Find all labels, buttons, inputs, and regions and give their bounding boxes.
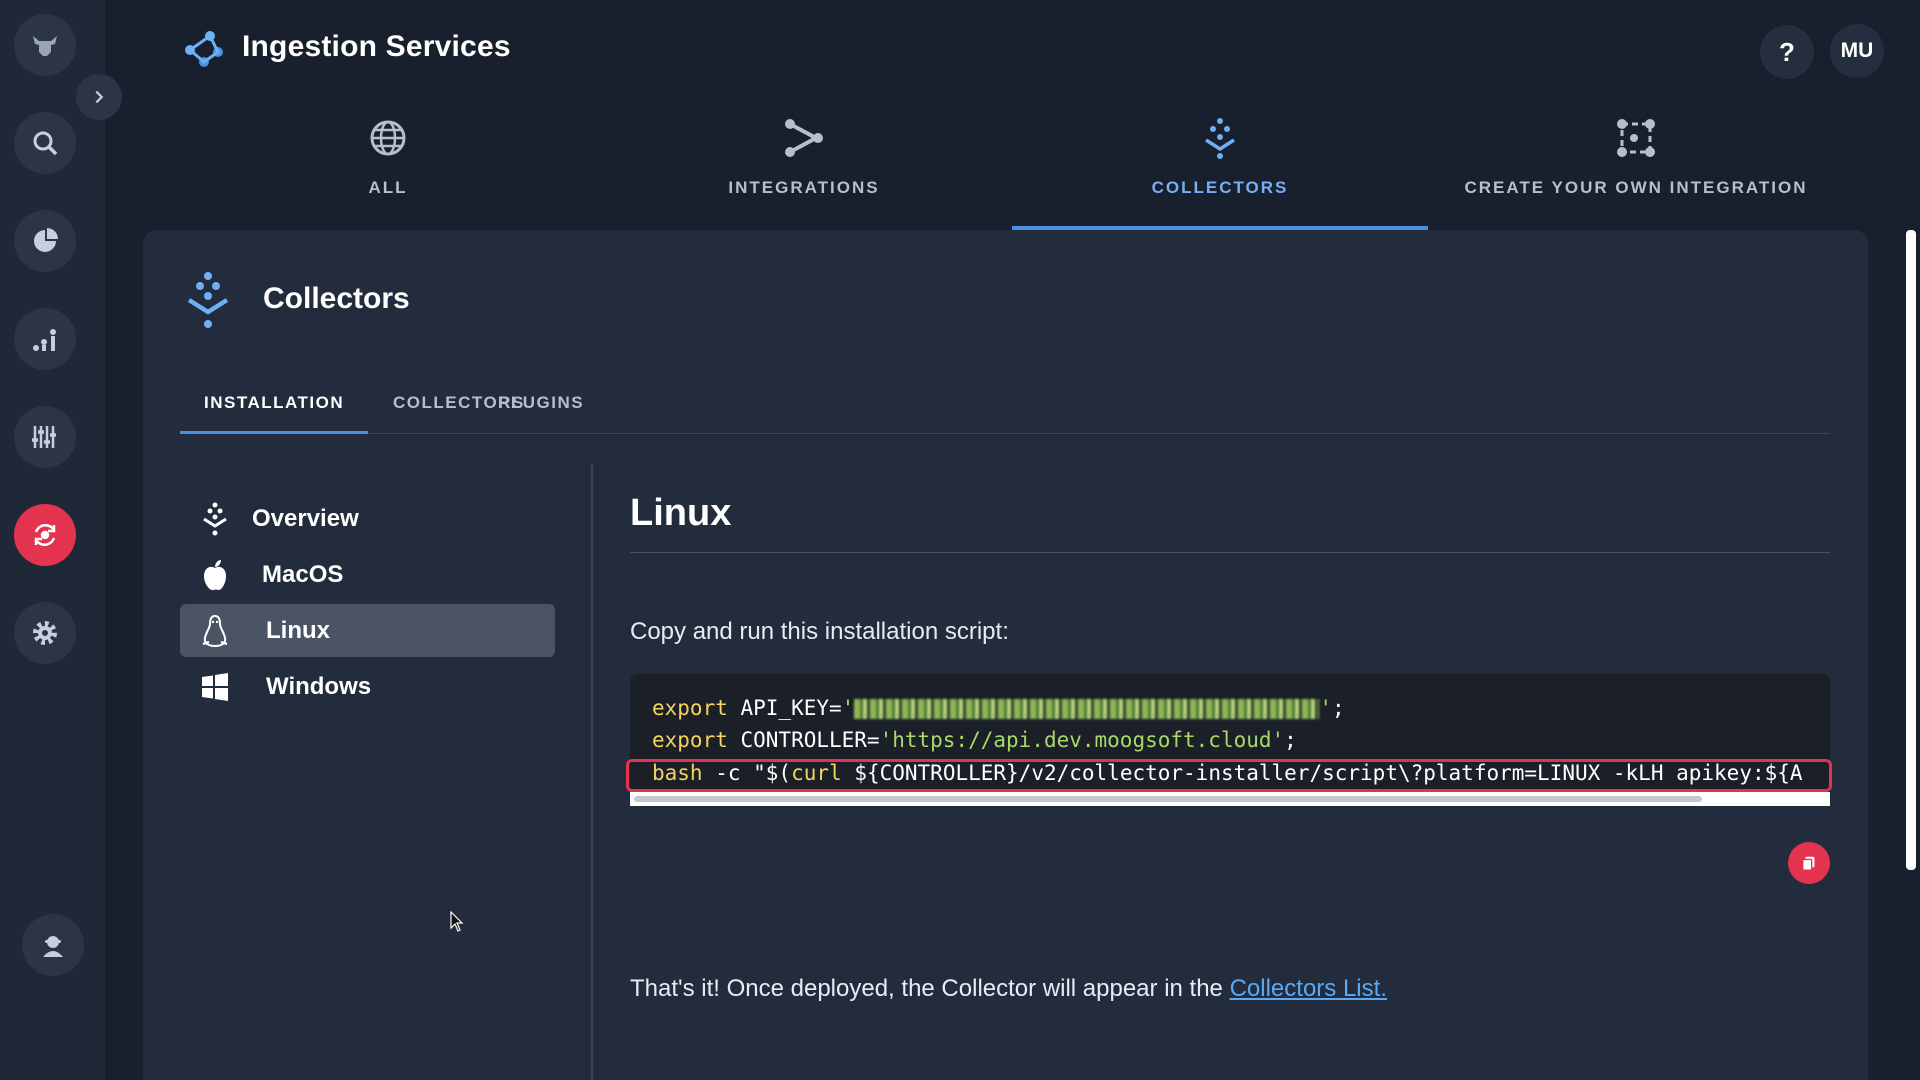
- collectors-icon: [1205, 118, 1235, 159]
- collectors-icon: [203, 502, 227, 535]
- sub-tab-bar: INSTALLATION COLLECTORS PLUGINS: [180, 388, 1830, 434]
- os-item-overview[interactable]: Overview: [180, 492, 555, 545]
- tab-all-label: ALL: [368, 178, 408, 197]
- os-list: Overview MacOS Linux Windows: [180, 492, 555, 716]
- tab-integrations-label: INTEGRATIONS: [728, 178, 880, 197]
- instruction-text: Copy and run this installation script:: [630, 618, 1009, 645]
- expand-rail-button[interactable]: [76, 74, 122, 120]
- title-divider: [630, 552, 1830, 553]
- help-button[interactable]: ?: [1760, 25, 1814, 79]
- os-item-macos[interactable]: MacOS: [180, 548, 555, 601]
- os-item-label: Overview: [252, 504, 359, 532]
- page-scrollbar[interactable]: [1906, 230, 1916, 870]
- tab-plugins[interactable]: PLUGINS: [498, 388, 584, 434]
- apple-icon: [204, 559, 226, 590]
- tab-create-integration[interactable]: CREATE YOUR OWN INTEGRATION: [1428, 100, 1844, 230]
- tab-collectors[interactable]: COLLECTORS: [1012, 100, 1428, 230]
- code-line-api-key: export API_KEY=' ';: [652, 696, 1345, 720]
- chevron-right-icon: [95, 90, 104, 104]
- agent-icon[interactable]: [22, 914, 84, 976]
- tab-all[interactable]: ALL: [180, 100, 596, 230]
- sync-icon[interactable]: [14, 504, 76, 566]
- settings-icon[interactable]: [14, 602, 76, 664]
- linux-icon: [202, 614, 228, 647]
- sliders-icon[interactable]: [14, 406, 76, 468]
- code-line-highlight: [626, 759, 1832, 792]
- tab-collectors-label: COLLECTORS: [1151, 178, 1289, 197]
- copy-script-button[interactable]: [1788, 842, 1830, 884]
- panel-title: Collectors: [263, 282, 410, 315]
- collectors-list-link[interactable]: Collectors List.: [1230, 975, 1387, 1002]
- os-item-windows[interactable]: Windows: [180, 660, 555, 713]
- mouse-cursor-icon: [450, 911, 464, 932]
- os-item-label: MacOS: [262, 560, 344, 588]
- os-item-linux[interactable]: Linux: [180, 604, 555, 657]
- ingestion-logo-icon: [185, 31, 223, 67]
- windows-icon: [202, 672, 228, 701]
- content-divider: [591, 464, 593, 1080]
- footer-text: That's it! Once deployed, the Collector …: [630, 975, 1387, 1002]
- nav-rail: [0, 0, 122, 1080]
- search-icon[interactable]: [14, 112, 76, 174]
- user-avatar[interactable]: MU: [1830, 24, 1884, 78]
- custom-integration-icon: [1617, 119, 1655, 157]
- globe-icon: [370, 120, 406, 156]
- logo-icon[interactable]: [14, 14, 76, 76]
- code-line-controller: export CONTROLLER='https://api.dev.moogs…: [652, 728, 1297, 752]
- tab-create-integration-label: CREATE YOUR OWN INTEGRATION: [1464, 178, 1808, 197]
- analytics-icon[interactable]: [14, 308, 76, 370]
- integrations-icon: [785, 119, 823, 157]
- redacted-api-key: [854, 699, 1320, 719]
- collectors-icon: [187, 272, 229, 328]
- os-item-label: Windows: [266, 672, 372, 700]
- tab-integrations[interactable]: INTEGRATIONS: [596, 100, 1012, 230]
- os-item-label: Linux: [266, 616, 330, 644]
- code-scrollbar[interactable]: [630, 792, 1830, 806]
- code-scrollbar-thumb[interactable]: [634, 796, 1702, 802]
- content-title: Linux: [630, 492, 732, 534]
- tab-installation[interactable]: INSTALLATION: [180, 388, 368, 434]
- pie-chart-icon[interactable]: [14, 210, 76, 272]
- page-title: Ingestion Services: [242, 30, 511, 63]
- copy-icon: [1802, 856, 1815, 871]
- collectors-panel: Collectors INSTALLATION COLLECTORS PLUGI…: [143, 230, 1868, 1080]
